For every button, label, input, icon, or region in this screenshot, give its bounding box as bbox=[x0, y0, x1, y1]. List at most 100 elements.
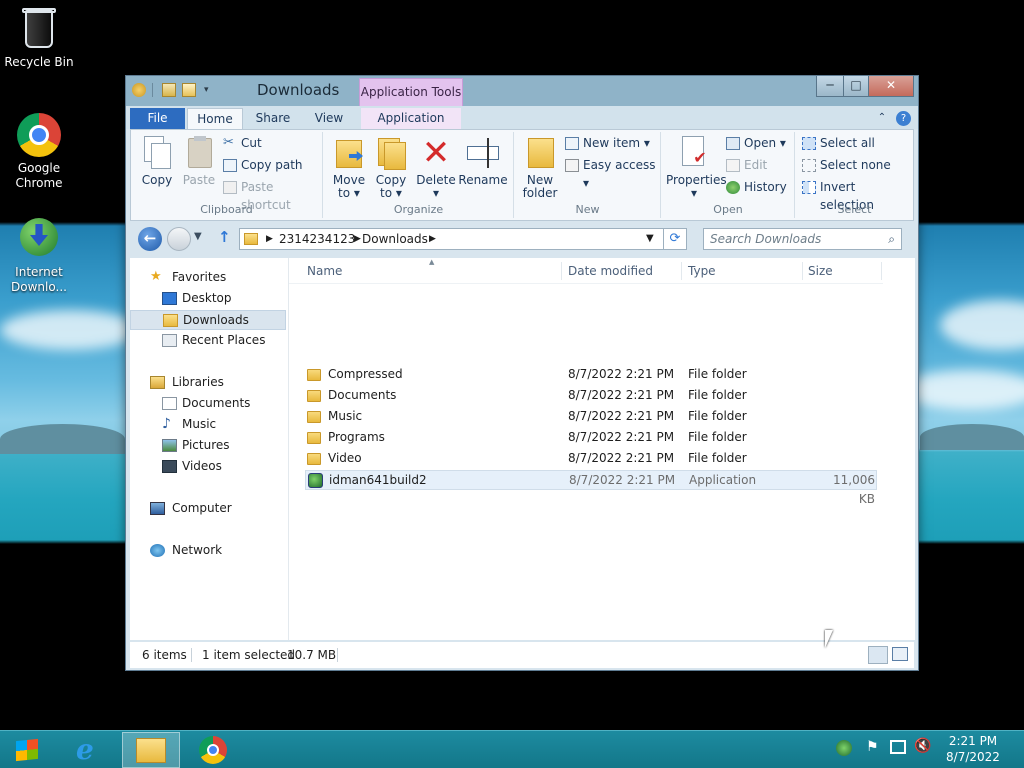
file-row-programs[interactable]: Programs 8/7/2022 2:21 PM File folder bbox=[305, 428, 877, 448]
start-button[interactable] bbox=[0, 732, 56, 768]
folder-icon bbox=[307, 369, 321, 381]
file-row-idman641build2[interactable]: idman641build2 8/7/2022 2:21 PM Applicatio… bbox=[305, 470, 877, 506]
invert-selection-icon bbox=[802, 181, 816, 194]
details-view-icon[interactable] bbox=[868, 646, 888, 664]
address-dropdown-icon[interactable]: ▼ bbox=[646, 229, 654, 249]
file-row-compressed[interactable]: Compressed 8/7/2022 2:21 PM File folder bbox=[305, 365, 877, 385]
refresh-icon[interactable]: ⟳ bbox=[663, 228, 687, 250]
desktop-icon-google-chrome[interactable]: Google Chrome bbox=[1, 112, 77, 191]
chrome-icon bbox=[16, 112, 62, 158]
nav-network[interactable]: Network bbox=[130, 541, 286, 561]
close-button[interactable]: ✕ bbox=[868, 76, 914, 97]
qat-separator bbox=[152, 83, 153, 97]
taskbar-internet-explorer[interactable]: e bbox=[62, 732, 118, 768]
up-arrow-icon[interactable]: ↑ bbox=[218, 228, 231, 246]
open-button[interactable]: Open ▾ bbox=[726, 134, 786, 154]
file-explorer-icon bbox=[136, 738, 166, 763]
copy-path-button[interactable]: Copy path bbox=[223, 156, 303, 176]
idm-tray-icon[interactable] bbox=[836, 740, 852, 756]
status-divider bbox=[191, 648, 192, 662]
nav-favorites[interactable]: ★ Favorites bbox=[130, 268, 286, 288]
action-center-flag-icon[interactable]: ⚑ bbox=[866, 739, 879, 755]
nav-downloads[interactable]: Downloads bbox=[130, 310, 286, 330]
properties-button[interactable]: ✔ Properties ▾ bbox=[666, 136, 727, 200]
videos-icon bbox=[162, 460, 177, 473]
folder-location-icon bbox=[244, 233, 258, 245]
breadcrumb-downloads[interactable]: Downloads bbox=[362, 229, 428, 249]
rename-button[interactable]: Rename bbox=[458, 136, 508, 187]
breadcrumb-user[interactable]: 2314234123 bbox=[279, 229, 355, 249]
nav-documents[interactable]: Documents bbox=[130, 394, 286, 414]
move-to-button[interactable]: Move to ▾ bbox=[329, 136, 369, 200]
documents-icon bbox=[162, 397, 177, 410]
tab-home[interactable]: Home bbox=[187, 108, 243, 129]
nav-libraries[interactable]: Libraries bbox=[130, 373, 286, 393]
taskbar-clock[interactable]: 2:21 PM 8/7/2022 bbox=[938, 733, 1008, 765]
nav-pictures[interactable]: Pictures bbox=[130, 436, 286, 456]
taskbar-file-explorer[interactable] bbox=[122, 732, 180, 768]
network-tray-icon[interactable] bbox=[890, 740, 906, 754]
nav-computer[interactable]: Computer bbox=[130, 499, 286, 519]
cut-button[interactable]: ✂ Cut bbox=[223, 134, 262, 154]
paste-shortcut-button[interactable]: Paste shortcut bbox=[223, 178, 322, 212]
nav-desktop[interactable]: Desktop bbox=[130, 289, 286, 309]
select-none-button[interactable]: Select none bbox=[802, 156, 891, 176]
libraries-icon bbox=[150, 376, 165, 389]
new-item-button[interactable]: New item ▾ bbox=[565, 134, 650, 154]
minimize-ribbon-icon[interactable]: ⌃ bbox=[874, 108, 890, 129]
copy-path-icon bbox=[223, 159, 237, 172]
taskbar: e ⚑ 🔇 bbox=[0, 730, 1024, 768]
properties-qat-icon[interactable] bbox=[162, 83, 176, 97]
tab-view[interactable]: View bbox=[303, 108, 355, 129]
address-bar[interactable]: ▶ 2314234123 ▶ Downloads ▶ ▼ bbox=[239, 228, 687, 250]
selection-count: 1 item selected bbox=[202, 648, 296, 662]
minimize-button[interactable]: ─ bbox=[816, 76, 844, 97]
history-button[interactable]: History bbox=[726, 178, 787, 198]
nav-videos[interactable]: Videos bbox=[130, 457, 286, 477]
tab-share[interactable]: Share bbox=[247, 108, 299, 129]
large-icons-view-icon[interactable] bbox=[892, 647, 908, 661]
desktop-icon-recycle-bin[interactable]: Recycle Bin bbox=[1, 6, 77, 70]
recent-locations-chevron-icon[interactable]: ▼ bbox=[194, 231, 202, 242]
search-input[interactable]: Search Downloads ⌕ bbox=[703, 228, 902, 250]
volume-muted-icon[interactable]: 🔇 bbox=[914, 738, 931, 754]
tab-application[interactable]: Application bbox=[361, 108, 461, 129]
back-arrow-icon[interactable]: ← bbox=[138, 227, 162, 251]
new-folder-qat-icon[interactable] bbox=[182, 83, 196, 97]
folder-icon bbox=[307, 432, 321, 444]
rename-icon bbox=[467, 136, 499, 170]
paste-button[interactable]: Paste bbox=[179, 136, 219, 187]
star-icon: ★ bbox=[150, 269, 162, 284]
qat-dropdown-icon[interactable]: ▾ bbox=[204, 83, 218, 97]
column-header-name[interactable]: Name bbox=[307, 264, 342, 278]
easy-access-button[interactable]: Easy access ▾ bbox=[565, 156, 660, 190]
nav-music[interactable]: ♪ Music bbox=[130, 415, 286, 435]
explorer-app-icon[interactable] bbox=[132, 83, 146, 97]
delete-button[interactable]: ✕ Delete ▾ bbox=[416, 136, 456, 200]
copy-to-button[interactable]: Copy to ▾ bbox=[371, 136, 411, 200]
select-all-button[interactable]: Select all bbox=[802, 134, 875, 154]
column-divider bbox=[881, 262, 882, 280]
desktop-icon-internet-download-manager[interactable]: Internet Downlo... bbox=[1, 216, 77, 295]
invert-selection-button[interactable]: Invert selection bbox=[802, 178, 913, 212]
column-header-type[interactable]: Type bbox=[688, 264, 716, 278]
file-row-documents[interactable]: Documents 8/7/2022 2:21 PM File folder bbox=[305, 386, 877, 406]
maximize-button[interactable]: □ bbox=[843, 76, 869, 97]
tab-file[interactable]: File bbox=[130, 108, 185, 129]
column-header-date-modified[interactable]: Date modified bbox=[568, 264, 653, 278]
idm-installer-icon bbox=[308, 473, 323, 488]
column-header-size[interactable]: Size bbox=[808, 264, 833, 278]
copy-button[interactable]: Copy bbox=[137, 136, 177, 187]
edit-button[interactable]: Edit bbox=[726, 156, 767, 176]
new-folder-button[interactable]: New folder bbox=[519, 136, 561, 200]
forward-arrow-icon[interactable] bbox=[167, 227, 191, 251]
nav-recent-places[interactable]: Recent Places bbox=[130, 331, 286, 351]
paste-icon bbox=[183, 136, 215, 170]
file-row-video[interactable]: Video 8/7/2022 2:21 PM File folder bbox=[305, 449, 877, 469]
title-bar[interactable]: ▾ Downloads Application Tools ─ □ ✕ bbox=[126, 76, 918, 106]
music-note-icon: ♪ bbox=[162, 416, 171, 432]
file-row-music[interactable]: Music 8/7/2022 2:21 PM File folder bbox=[305, 407, 877, 427]
taskbar-google-chrome[interactable] bbox=[186, 732, 242, 768]
help-icon[interactable]: ? bbox=[896, 111, 911, 126]
column-divider bbox=[561, 262, 562, 280]
